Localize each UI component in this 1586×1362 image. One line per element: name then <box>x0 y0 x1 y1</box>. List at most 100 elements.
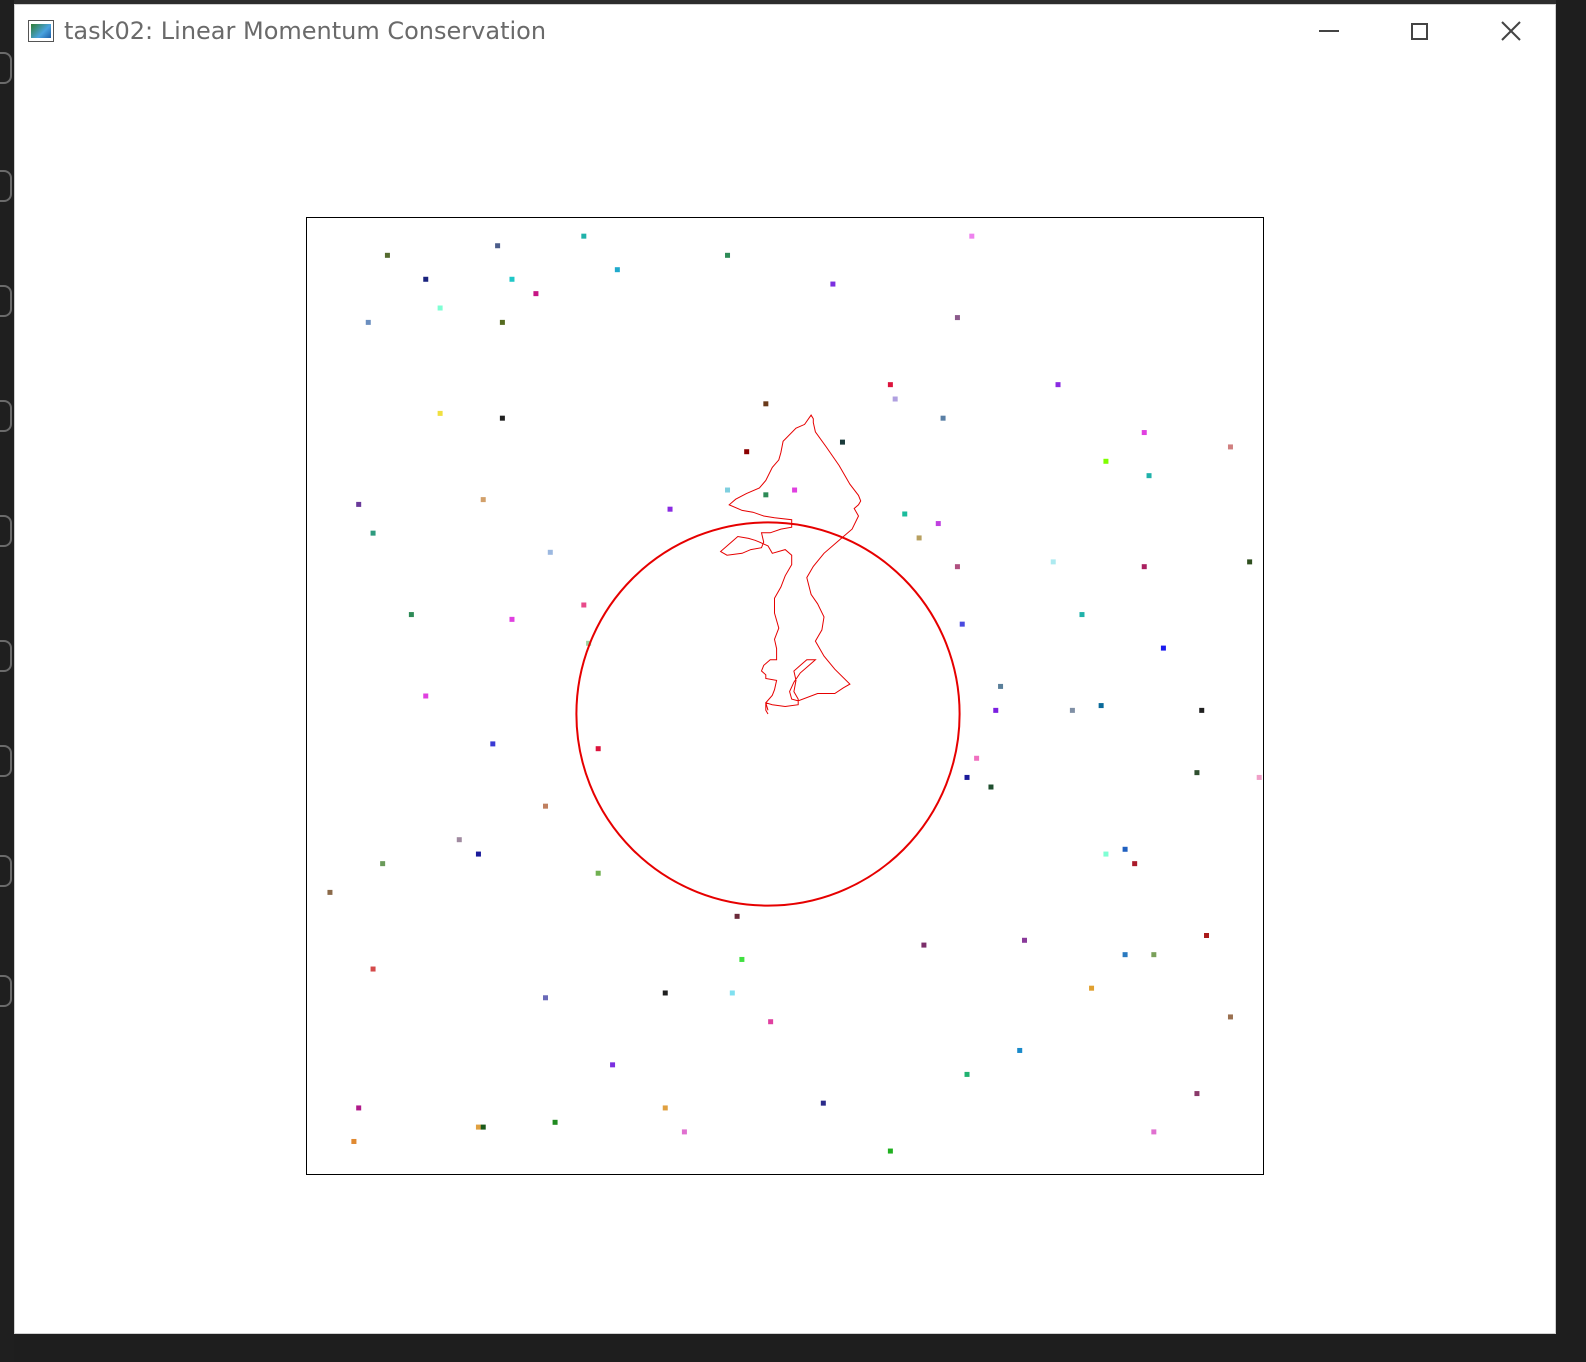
small-particle <box>437 305 443 311</box>
small-particle <box>667 506 673 512</box>
small-particle <box>974 755 980 761</box>
search-icon <box>0 170 12 202</box>
small-particle <box>902 511 908 517</box>
small-particle <box>1079 612 1085 618</box>
small-particle <box>581 602 587 608</box>
small-particle <box>768 1019 774 1025</box>
small-particle <box>456 837 462 843</box>
small-particle <box>830 281 836 287</box>
minimize-button[interactable] <box>1299 11 1359 51</box>
explorer-icon <box>0 52 12 84</box>
small-particle <box>1199 707 1205 713</box>
editor-activity-bar <box>0 0 14 1362</box>
small-particle <box>1227 1014 1233 1020</box>
minimize-icon <box>1319 30 1339 32</box>
small-particle <box>1141 430 1147 436</box>
small-particle <box>1247 559 1253 565</box>
small-particle <box>763 492 769 498</box>
small-particle <box>1256 774 1262 780</box>
small-particle <box>1160 645 1166 651</box>
small-particle <box>681 1129 687 1135</box>
small-particle <box>1089 985 1095 991</box>
window-title: task02: Linear Momentum Conservation <box>64 17 547 45</box>
small-particle <box>370 530 376 536</box>
small-particle <box>370 966 376 972</box>
small-particle <box>964 774 970 780</box>
small-particle <box>509 276 515 282</box>
small-particle <box>954 564 960 570</box>
close-icon <box>1501 21 1521 41</box>
small-particle <box>1103 851 1109 857</box>
small-particle <box>356 501 362 507</box>
small-particle <box>1055 382 1061 388</box>
small-particle <box>1103 458 1109 464</box>
small-particle <box>887 382 893 388</box>
small-particle <box>610 1062 616 1068</box>
small-particle <box>1204 933 1210 938</box>
small-particle <box>1132 861 1138 867</box>
small-particle <box>595 746 601 752</box>
maximize-button[interactable] <box>1389 11 1449 51</box>
small-particle <box>935 521 941 527</box>
small-particle <box>543 803 548 809</box>
small-particle <box>820 1100 826 1106</box>
small-particle <box>921 942 927 948</box>
small-particle <box>423 693 429 699</box>
simulation-frame <box>306 217 1264 1175</box>
remote-icon <box>0 855 12 887</box>
small-particle <box>499 415 505 421</box>
run-icon <box>0 515 12 547</box>
small-particle <box>940 415 946 421</box>
small-particle <box>1022 937 1027 943</box>
small-particle <box>1151 952 1157 958</box>
small-particle <box>763 401 769 407</box>
small-particle <box>1069 707 1075 713</box>
small-particle <box>892 396 898 402</box>
small-particle <box>543 995 548 1001</box>
small-particle <box>595 870 601 876</box>
debug-icon <box>0 400 12 432</box>
small-particle <box>614 267 620 273</box>
small-particle <box>1050 559 1056 565</box>
small-particle <box>423 276 429 282</box>
small-particle <box>547 549 553 555</box>
small-particle <box>954 315 960 321</box>
small-particle <box>475 851 481 857</box>
small-particle <box>1098 703 1104 709</box>
close-button[interactable] <box>1481 11 1541 51</box>
small-particle <box>475 1124 481 1130</box>
small-particle <box>739 956 745 962</box>
small-particle <box>380 861 386 867</box>
source-control-icon <box>0 285 12 317</box>
small-particle <box>356 1105 362 1111</box>
small-particle <box>499 319 505 325</box>
small-particle <box>509 616 515 622</box>
small-particle <box>662 990 668 996</box>
accounts-icon <box>0 975 12 1007</box>
small-particle <box>1151 1129 1157 1135</box>
small-particle <box>495 243 501 249</box>
small-particle <box>993 707 999 713</box>
small-particle <box>959 621 965 627</box>
small-particle <box>1146 473 1152 479</box>
small-particle <box>490 741 496 747</box>
testing-icon <box>0 745 12 777</box>
small-particle <box>1017 1047 1023 1053</box>
small-particle <box>964 1071 970 1077</box>
small-particle <box>480 1124 486 1130</box>
small-particle <box>533 291 539 297</box>
title-bar[interactable]: task02: Linear Momentum Conservation <box>15 5 1555 57</box>
small-particle <box>725 252 731 258</box>
editor-background-right <box>1556 0 1586 1362</box>
small-particle <box>998 683 1004 689</box>
small-particle <box>916 535 922 541</box>
small-particle <box>351 1138 357 1144</box>
small-particle <box>1141 564 1147 570</box>
small-particle <box>408 612 414 618</box>
simulation-svg <box>306 217 1264 1175</box>
small-particle <box>887 1148 893 1154</box>
small-particle <box>365 319 371 325</box>
small-particle <box>662 1105 668 1111</box>
small-particle <box>327 889 333 895</box>
small-particle <box>734 913 740 919</box>
